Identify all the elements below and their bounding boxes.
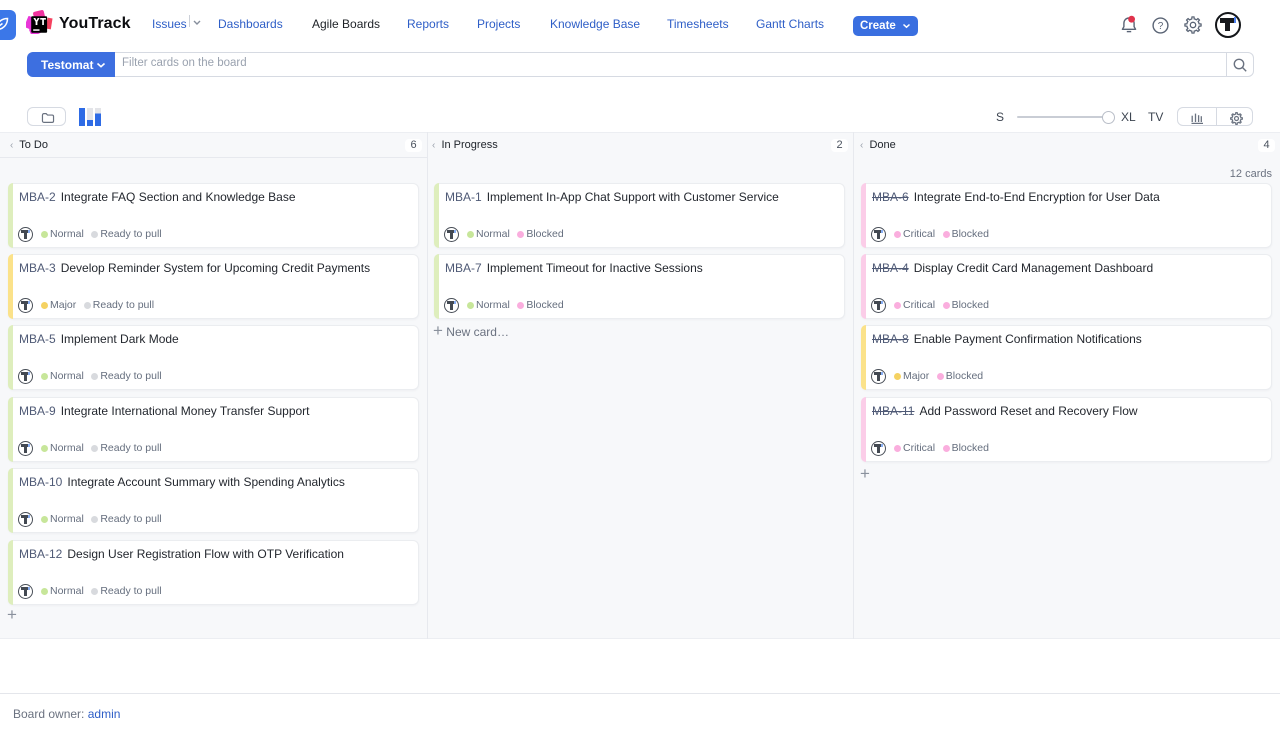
svg-text:?: ? [1158, 21, 1164, 32]
